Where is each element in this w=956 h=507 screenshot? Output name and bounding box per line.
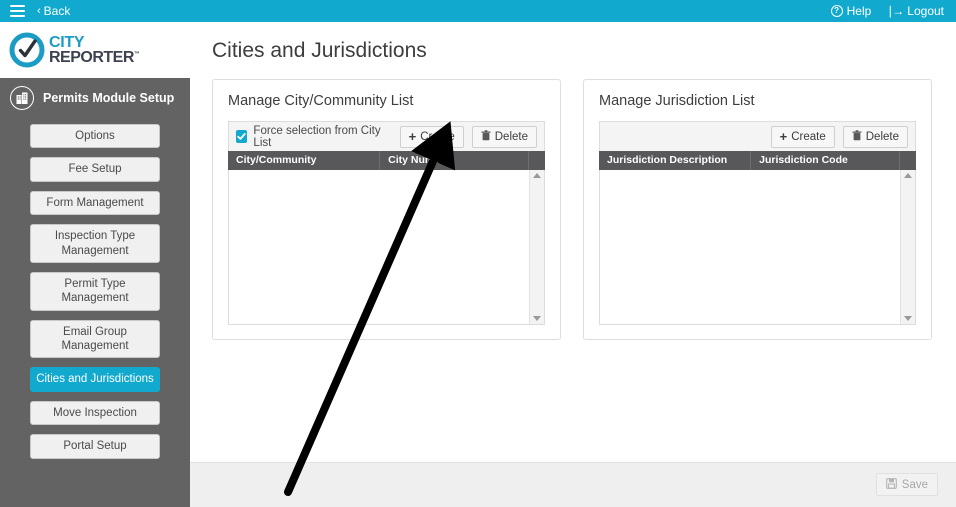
force-city-list-checkbox[interactable]: Force selection from City List bbox=[236, 125, 384, 149]
jurisdiction-toolbar: + Create Delete bbox=[599, 121, 916, 151]
logout-arrow-icon: ∣→ bbox=[887, 4, 904, 18]
sidebar-nav: Options Fee Setup Form Management Inspec… bbox=[0, 118, 190, 459]
panels-container: Manage City/Community List Force selecti… bbox=[190, 63, 956, 340]
scroll-up-arrow-icon[interactable] bbox=[533, 173, 541, 178]
sidebar-item-move-inspection[interactable]: Move Inspection bbox=[30, 400, 160, 426]
create-button-label: Create bbox=[791, 130, 826, 143]
create-button-label: Create bbox=[420, 130, 455, 143]
scroll-down-arrow-icon[interactable] bbox=[904, 316, 912, 321]
scroll-down-arrow-icon[interactable] bbox=[533, 316, 541, 321]
save-button[interactable]: Save bbox=[875, 473, 938, 496]
sidebar-item-cities-and-jurisdictions[interactable]: Cities and Jurisdictions bbox=[30, 367, 160, 392]
city-community-toolbar: Force selection from City List + Create … bbox=[228, 121, 545, 151]
sidebar-item-form-management[interactable]: Form Management bbox=[30, 190, 160, 216]
column-header-spacer bbox=[529, 151, 545, 170]
back-button-label: Back bbox=[43, 4, 71, 18]
column-header-spacer bbox=[900, 151, 916, 170]
help-button[interactable]: ? Help bbox=[830, 4, 872, 18]
back-button[interactable]: ‹ Back bbox=[37, 4, 70, 18]
building-circle-icon bbox=[10, 86, 34, 110]
trash-icon bbox=[852, 129, 862, 144]
sidebar-item-portal-setup[interactable]: Portal Setup bbox=[30, 434, 160, 459]
delete-button-label: Delete bbox=[494, 130, 528, 143]
main-content: Cities and Jurisdictions Manage City/Com… bbox=[190, 22, 956, 462]
hamburger-icon[interactable] bbox=[10, 5, 25, 17]
module-title: Permits Module Setup bbox=[43, 91, 175, 105]
create-button-city-panel[interactable]: + Create bbox=[399, 125, 464, 148]
chevron-left-icon: ‹ bbox=[37, 4, 41, 17]
module-header: Permits Module Setup bbox=[0, 78, 190, 118]
logout-label: Logout bbox=[907, 4, 944, 18]
save-button-label: Save bbox=[901, 478, 928, 491]
jurisdiction-panel: Manage Jurisdiction List + Create Delete bbox=[583, 79, 932, 340]
sidebar-item-permit-type-management[interactable]: Permit Type Management bbox=[30, 271, 160, 311]
city-community-grid-header: City/Community City Number bbox=[228, 151, 545, 170]
app-logo[interactable]: CITY REPORTER™ bbox=[0, 22, 190, 78]
plus-icon: + bbox=[779, 129, 788, 144]
question-circle-icon: ? bbox=[830, 5, 843, 17]
logo-secondary-text: REPORTER™ bbox=[49, 48, 140, 66]
sidebar-item-options[interactable]: Options bbox=[30, 124, 160, 149]
page-title: Cities and Jurisdictions bbox=[212, 39, 427, 62]
floppy-disk-icon bbox=[885, 477, 897, 492]
city-community-scrollbar[interactable] bbox=[529, 170, 544, 324]
top-bar-actions: ? Help ∣→ Logout bbox=[830, 4, 944, 18]
create-button-jurisdiction-panel[interactable]: + Create bbox=[770, 125, 835, 148]
column-header-jurisdiction-code[interactable]: Jurisdiction Code bbox=[751, 151, 900, 170]
column-header-jurisdiction-description[interactable]: Jurisdiction Description bbox=[599, 151, 752, 170]
city-community-panel-title: Manage City/Community List bbox=[228, 93, 414, 109]
sidebar-item-inspection-type-management[interactable]: Inspection Type Management bbox=[30, 224, 160, 263]
trademark-symbol: ™ bbox=[133, 51, 140, 58]
force-city-list-label: Force selection from City List bbox=[253, 124, 381, 149]
jurisdiction-scrollbar[interactable] bbox=[900, 170, 915, 324]
column-header-city-community[interactable]: City/Community bbox=[228, 151, 381, 170]
city-community-panel: Manage City/Community List Force selecti… bbox=[212, 79, 561, 340]
help-label: Help bbox=[846, 4, 872, 18]
city-community-grid-body bbox=[228, 170, 545, 325]
logout-button[interactable]: ∣→ Logout bbox=[887, 4, 944, 18]
sidebar-item-fee-setup[interactable]: Fee Setup bbox=[30, 157, 160, 182]
trash-icon bbox=[481, 129, 491, 144]
city-reporter-check-logo bbox=[8, 31, 46, 69]
jurisdiction-panel-title: Manage Jurisdiction List bbox=[599, 93, 755, 109]
sidebar-item-email-group-management[interactable]: Email Group Management bbox=[30, 319, 160, 359]
delete-button-jurisdiction-panel[interactable]: Delete bbox=[842, 125, 908, 148]
footer-bar: Save bbox=[190, 462, 956, 507]
column-header-city-number[interactable]: City Number bbox=[380, 151, 529, 170]
plus-icon: + bbox=[408, 129, 417, 144]
top-bar: ‹ Back ? Help ∣→ Logout bbox=[0, 0, 956, 22]
sidebar: CITY REPORTER™ Permits Module Setup Opti… bbox=[0, 22, 190, 507]
jurisdiction-grid-body bbox=[599, 170, 916, 325]
logo-wordmark: CITY REPORTER™ bbox=[49, 34, 140, 66]
app-root: ‹ Back ? Help ∣→ Logout CITY REPORTER™ P… bbox=[0, 0, 956, 507]
delete-button-city-panel[interactable]: Delete bbox=[471, 125, 537, 148]
delete-button-label: Delete bbox=[865, 130, 899, 143]
jurisdiction-grid-header: Jurisdiction Description Jurisdiction Co… bbox=[599, 151, 916, 170]
scroll-up-arrow-icon[interactable] bbox=[904, 173, 912, 178]
checkbox-checked-icon bbox=[236, 130, 248, 143]
